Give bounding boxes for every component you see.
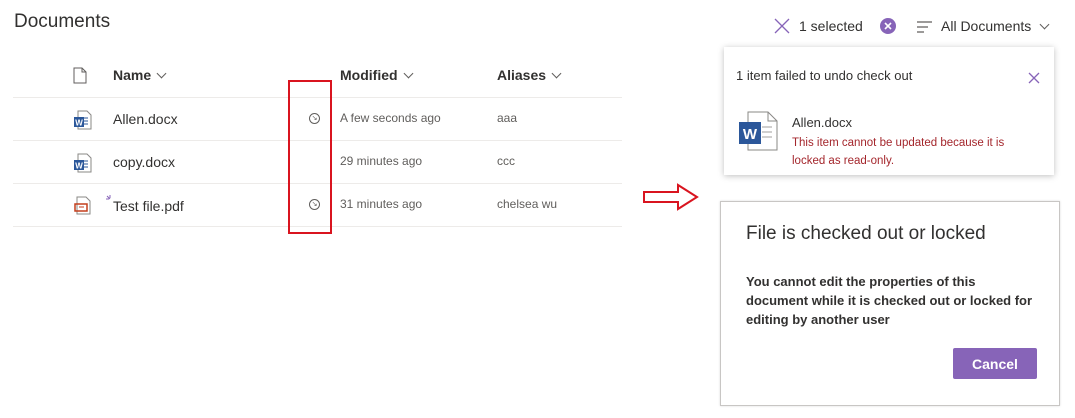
svg-text:W: W bbox=[75, 162, 83, 171]
toast-file-name[interactable]: Allen.docx bbox=[792, 115, 852, 130]
column-header-modified[interactable]: Modified bbox=[340, 67, 413, 83]
toast-title: 1 item failed to undo check out bbox=[736, 68, 913, 83]
column-header-aliases[interactable]: Aliases bbox=[497, 67, 562, 83]
chevron-down-icon bbox=[156, 68, 167, 79]
word-doc-icon: W bbox=[74, 110, 92, 135]
column-header-name-label: Name bbox=[113, 67, 152, 83]
svg-text:W: W bbox=[75, 119, 83, 128]
aliases-value: chelsea wu bbox=[497, 197, 558, 211]
cancel-button[interactable]: Cancel bbox=[953, 348, 1037, 379]
file-name[interactable]: Test file.pdf bbox=[113, 198, 184, 214]
chevron-down-icon bbox=[551, 68, 562, 79]
chevron-down-icon bbox=[1039, 19, 1050, 30]
word-doc-icon: W bbox=[74, 153, 92, 178]
column-header-name[interactable]: Name bbox=[113, 67, 167, 83]
svg-text:W: W bbox=[743, 126, 758, 143]
modified-value: 29 minutes ago bbox=[340, 154, 423, 168]
selection-count: 1 selected bbox=[799, 18, 863, 34]
toast-close-icon[interactable] bbox=[1028, 71, 1040, 89]
dialog-message: You cannot edit the properties of this d… bbox=[746, 274, 1033, 327]
view-selector[interactable]: All Documents bbox=[941, 18, 1050, 34]
column-header-modified-label: Modified bbox=[340, 67, 398, 83]
file-name[interactable]: copy.docx bbox=[113, 154, 175, 170]
column-header-aliases-label: Aliases bbox=[497, 67, 547, 83]
file-type-header-icon[interactable] bbox=[73, 67, 87, 89]
toast-error-message: This item cannot be updated because it i… bbox=[792, 137, 1005, 167]
aliases-value: ccc bbox=[497, 154, 515, 168]
word-doc-icon: W bbox=[738, 111, 778, 156]
clear-selection-close-icon[interactable] bbox=[774, 18, 790, 39]
aliases-value: aaa bbox=[497, 111, 518, 125]
close-icon bbox=[884, 22, 892, 30]
dialog-title: File is checked out or locked bbox=[746, 223, 986, 244]
view-options-icon[interactable] bbox=[917, 20, 933, 38]
modified-value: 31 minutes ago bbox=[340, 197, 423, 211]
pdf-icon bbox=[74, 195, 92, 220]
modified-value: A few seconds ago bbox=[340, 111, 441, 125]
clear-selection-button[interactable] bbox=[880, 18, 896, 34]
page-title: Documents bbox=[14, 11, 111, 32]
error-toast: 1 item failed to undo check out W Allen.… bbox=[724, 47, 1054, 175]
view-selector-label: All Documents bbox=[941, 18, 1032, 34]
annotation-highlight-box bbox=[288, 80, 332, 234]
annotation-arrow-icon bbox=[643, 183, 699, 216]
file-name[interactable]: Allen.docx bbox=[113, 111, 178, 127]
chevron-down-icon bbox=[403, 68, 413, 79]
